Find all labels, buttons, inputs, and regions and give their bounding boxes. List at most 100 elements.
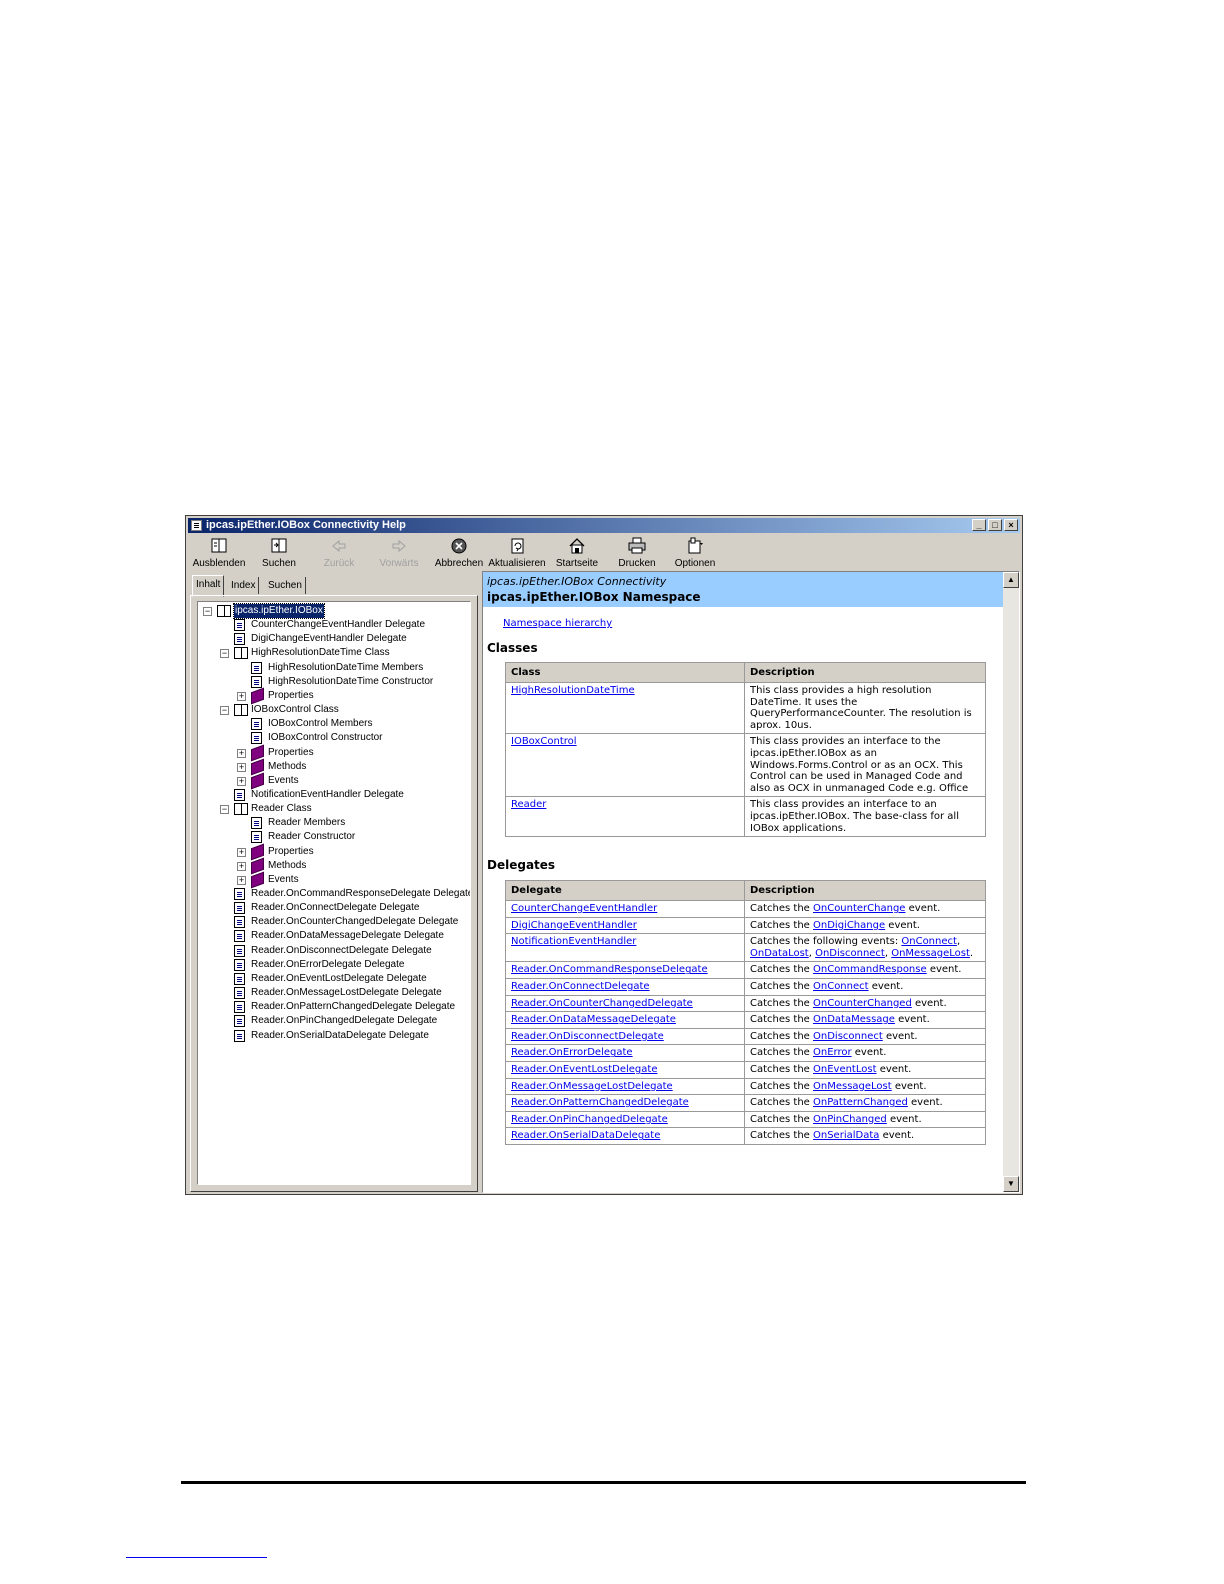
delegate-link[interactable]: Reader.OnEventLostDelegate	[511, 1064, 657, 1075]
delegates-table: Delegate Description CounterChangeEventH…	[505, 880, 986, 1145]
navigation-pane: − ipcas.ipEther.IOBox CounterChangeEventHa…	[190, 595, 478, 1192]
help-window-icon	[191, 520, 202, 531]
delegate-link[interactable]: DigiChangeEventHandler	[511, 920, 637, 931]
delegate-link[interactable]: Reader.OnMessageLostDelegate	[511, 1081, 673, 1092]
event-link[interactable]: OnDisconnect	[815, 948, 885, 959]
class-link[interactable]: HighResolutionDateTime	[511, 685, 635, 696]
expand-icon[interactable]: +	[237, 847, 246, 857]
delegate-link[interactable]: Reader.OnDisconnectDelegate	[511, 1031, 664, 1042]
scroll-down-button[interactable]: ▼	[1003, 1176, 1019, 1192]
delegates-heading: Delegates	[487, 858, 556, 872]
delegate-link[interactable]: Reader.OnCommandResponseDelegate	[511, 964, 708, 975]
contents-tree[interactable]: − ipcas.ipEther.IOBox CounterChangeEventHa…	[197, 601, 471, 1185]
toolbar-button-suchen[interactable]: Suchen	[250, 535, 308, 573]
toolbar-button-aktualisieren[interactable]: Aktualisieren	[488, 535, 546, 573]
locate-icon	[269, 537, 289, 555]
event-link[interactable]: OnDataMessage	[813, 1014, 895, 1025]
refresh-icon	[507, 537, 527, 555]
class-description-cell: This class provides an interface to an ip…	[744, 796, 986, 838]
event-link[interactable]: OnCommandResponse	[813, 964, 927, 975]
class-link[interactable]: Reader	[511, 799, 546, 810]
delegate-link[interactable]: Reader.OnConnectDelegate	[511, 981, 650, 992]
toolbar-button-optionen[interactable]: Optionen	[666, 535, 724, 573]
event-link[interactable]: OnPinChanged	[813, 1114, 887, 1125]
description-line: IOBox applications.	[750, 822, 847, 834]
tree-node-label: Reader.OnErrorDelegate Delegate	[251, 958, 405, 970]
delegate-description-cell: Catches the following events: OnConnect,…	[744, 933, 986, 963]
topic-page-icon	[251, 831, 262, 844]
tree-node-label: Reader Class	[251, 803, 312, 815]
topic-page-icon	[234, 788, 245, 801]
namespace-hierarchy-link[interactable]: Namespace hierarchy	[503, 618, 612, 629]
event-link[interactable]: OnConnect	[813, 981, 869, 992]
close-button[interactable]: ×	[1004, 519, 1018, 531]
event-link[interactable]: OnCounterChanged	[813, 998, 912, 1009]
description-text: event.	[868, 980, 904, 992]
class-link[interactable]: IOBoxControl	[511, 736, 577, 747]
delegate-name-cell: Reader.OnCommandResponseDelegate	[505, 961, 745, 979]
tab-inhalt[interactable]: Inhalt	[192, 575, 225, 597]
expand-icon[interactable]: +	[237, 691, 246, 701]
tree-node-label: Reader.OnCounterChangedDelegate Delegate	[251, 916, 459, 928]
delegate-link[interactable]: Reader.OnSerialDataDelegate	[511, 1130, 660, 1141]
event-link[interactable]: OnSerialData	[813, 1130, 879, 1141]
delegate-link[interactable]: Reader.OnPatternChangedDelegate	[511, 1097, 689, 1108]
event-link[interactable]: OnPatternChanged	[813, 1097, 908, 1108]
event-link[interactable]: OnError	[813, 1047, 852, 1058]
expand-icon[interactable]: +	[237, 875, 246, 885]
tab-index[interactable]: Index	[228, 577, 260, 594]
collapse-icon[interactable]: −	[220, 805, 229, 815]
toolbar-button-startseite[interactable]: Startseite	[548, 535, 606, 573]
delegate-link[interactable]: CounterChangeEventHandler	[511, 903, 657, 914]
collapse-icon[interactable]: −	[220, 649, 229, 659]
expand-icon[interactable]: +	[237, 776, 246, 786]
expand-icon[interactable]: +	[237, 762, 246, 772]
toolbar-button-label: Optionen	[674, 558, 716, 569]
event-link[interactable]: OnDigiChange	[813, 920, 885, 931]
event-link[interactable]: OnDataLost	[750, 948, 809, 959]
delegate-link[interactable]: Reader.OnDataMessageDelegate	[511, 1014, 676, 1025]
table-row: Reader.OnDataMessageDelegate Catches the …	[505, 1011, 986, 1029]
toolbar-button-abbrechen[interactable]: Abbrechen	[430, 535, 488, 573]
event-link[interactable]: OnCounterChange	[813, 903, 905, 914]
expand-icon[interactable]: +	[237, 861, 246, 871]
tree-node-label: Properties	[268, 746, 314, 758]
tree-node-label: Reader.OnSerialDataDelegate Delegate	[251, 1029, 429, 1041]
event-link[interactable]: OnConnect	[901, 936, 957, 947]
delegates-col-description: Description	[744, 880, 986, 901]
description-text: Catches the	[750, 1063, 813, 1075]
description-text: Catches the	[750, 1047, 813, 1059]
title-bar[interactable]: ipcas.ipEther.IOBox Connectivity Help _ …	[188, 518, 1020, 533]
delegate-link[interactable]: Reader.OnPinChangedDelegate	[511, 1114, 668, 1125]
toolbar-button-drucken[interactable]: Drucken	[608, 535, 666, 573]
forward-arrow-icon	[389, 537, 409, 555]
maximize-button[interactable]: □	[988, 519, 1002, 531]
tab-suchen[interactable]: Suchen	[265, 577, 306, 594]
delegate-link[interactable]: NotificationEventHandler	[511, 936, 636, 947]
description-line: Control can be used in Managed Code and	[750, 771, 963, 783]
open-book-icon	[234, 647, 248, 660]
toolbar-button-label: Zurück	[323, 558, 355, 569]
event-link[interactable]: OnDisconnect	[813, 1031, 883, 1042]
delegate-link[interactable]: Reader.OnErrorDelegate	[511, 1047, 633, 1058]
topic-page-icon	[234, 1029, 245, 1042]
scroll-up-button[interactable]: ▲	[1003, 572, 1019, 588]
delegate-link[interactable]: Reader.OnCounterChangedDelegate	[511, 998, 693, 1009]
event-link[interactable]: OnEventLost	[813, 1064, 877, 1075]
delegates-col-delegate: Delegate	[505, 880, 745, 901]
collapse-icon[interactable]: −	[220, 706, 229, 716]
event-link[interactable]: OnMessageLost	[813, 1081, 892, 1092]
table-row: Reader.OnSerialDataDelegate Catches the O…	[505, 1127, 986, 1145]
vertical-scrollbar[interactable]: ▲ ▼	[1003, 572, 1019, 1192]
classes-col-description: Description	[744, 662, 986, 683]
event-link[interactable]: OnMessageLost	[891, 948, 970, 959]
delegate-description-cell: Catches the OnDigiChange event.	[744, 916, 986, 935]
expand-icon[interactable]: +	[237, 748, 246, 758]
collapse-icon[interactable]: −	[203, 607, 212, 616]
toolbar-button-vorwärts[interactable]: Vorwärts	[370, 535, 428, 573]
toolbar-button-ausblenden[interactable]: Ausblenden	[190, 535, 248, 573]
toolbar-button-zurück[interactable]: Zurück	[310, 535, 368, 573]
minimize-button[interactable]: _	[972, 519, 986, 531]
description-line: Windows.Forms.Control or as an OCX. This	[750, 759, 963, 771]
description-text: event.	[911, 997, 947, 1009]
